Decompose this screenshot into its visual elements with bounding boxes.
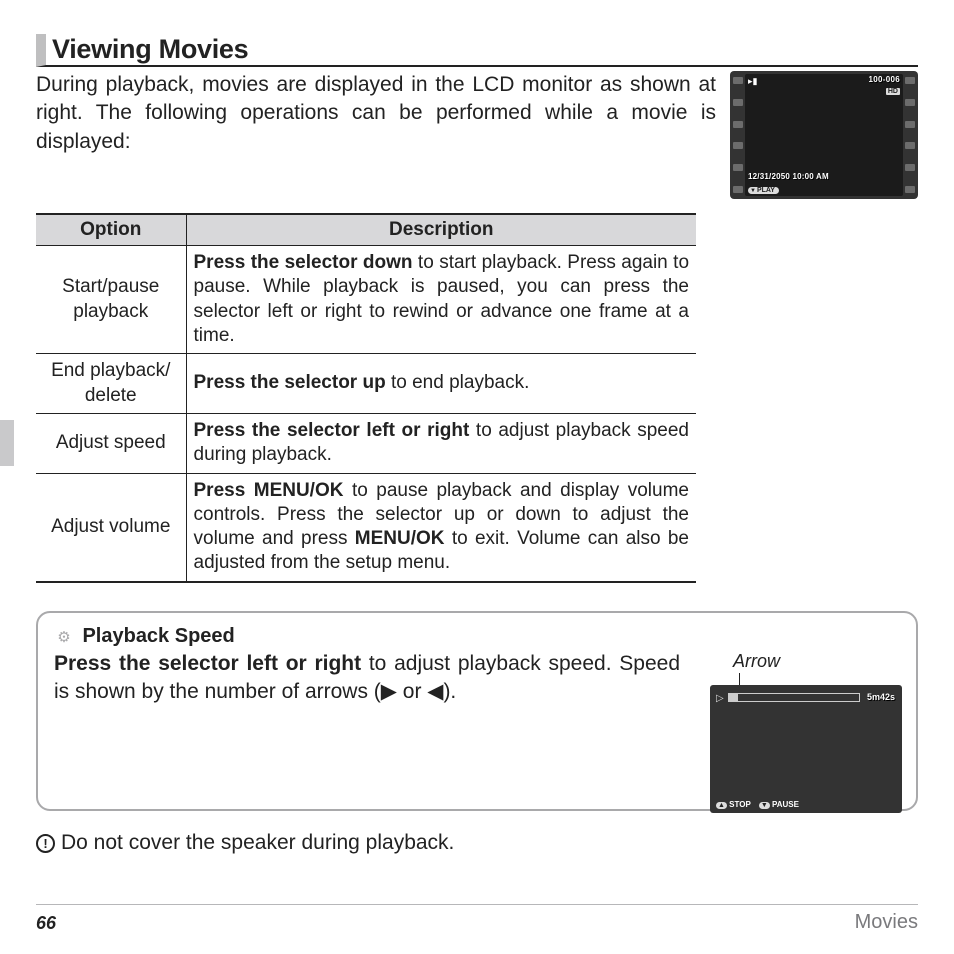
description-cell: Press MENU/OK to pause playback and disp… xyxy=(186,473,696,582)
section-tab-marker xyxy=(0,420,14,466)
page-heading: Viewing Movies xyxy=(52,34,248,64)
section-label: Movies xyxy=(855,911,918,934)
page-number: 66 xyxy=(36,913,56,934)
tip-title-row: ⚙ Playback Speed xyxy=(54,625,900,648)
datetime-overlay: 12/31/2050 10:00 AM xyxy=(748,172,829,181)
caution-text: Do not cover the speaker during playback… xyxy=(61,831,454,854)
option-cell: End playback/ delete xyxy=(36,354,186,414)
lcd-left-buttons xyxy=(733,74,743,196)
play-arrow-icon: ▷ xyxy=(716,693,724,704)
col-header-option: Option xyxy=(36,214,186,246)
lcd-screen: ▸▮ 100-006 HD 12/31/2050 10:00 AM ▼ PLAY xyxy=(745,74,903,196)
file-index: 100-006 xyxy=(869,75,900,84)
caution-note: ! Do not cover the speaker during playbac… xyxy=(36,829,918,856)
down-arrow-icon: ▼ xyxy=(750,188,756,194)
play-label: PLAY xyxy=(757,187,775,194)
table-row: Adjust volume Press MENU/OK to pause pla… xyxy=(36,473,696,582)
intro-paragraph: During playback, movies are displayed in… xyxy=(36,71,716,156)
gear-icon: ⚙ xyxy=(54,628,74,646)
arrow-callout-label: Arrow xyxy=(733,651,780,672)
operations-table: Option Description Start/pause playback … xyxy=(36,213,696,583)
col-header-description: Description xyxy=(186,214,696,246)
lcd2-bottom-controls: ▲ STOP ▼ PAUSE xyxy=(716,800,799,809)
tip-box-playback-speed: ⚙ Playback Speed Press the selector left… xyxy=(36,611,918,811)
table-row: Start/pause playback Press the selector … xyxy=(36,246,696,354)
description-cell: Press the selector up to end playback. xyxy=(186,354,696,414)
progress-bar xyxy=(728,693,860,702)
lcd-preview-speed: ▷ 5m42s ▲ STOP ▼ PAUSE xyxy=(710,685,902,813)
option-cell: Adjust volume xyxy=(36,473,186,582)
description-cell: Press the selector down to start playbac… xyxy=(186,246,696,354)
movie-icon: ▸▮ xyxy=(748,76,757,87)
tip-title: Playback Speed xyxy=(82,625,234,647)
caution-icon: ! xyxy=(36,834,55,853)
table-row: Adjust speed Press the selector left or … xyxy=(36,413,696,473)
progress-fill xyxy=(729,694,738,701)
play-indicator: ▼ PLAY xyxy=(748,187,779,194)
up-arrow-icon: ▲ xyxy=(716,802,727,809)
hd-badge: HD xyxy=(886,88,900,95)
pause-control: ▼ PAUSE xyxy=(759,800,799,809)
page-footer: 66 Movies xyxy=(36,904,918,934)
option-cell: Adjust speed xyxy=(36,413,186,473)
description-cell: Press the selector left or right to adju… xyxy=(186,413,696,473)
lcd-right-buttons xyxy=(905,74,915,196)
heading-container: Viewing Movies xyxy=(36,34,918,67)
table-row: End playback/ delete Press the selector … xyxy=(36,354,696,414)
time-remaining: 5m42s xyxy=(867,692,895,702)
down-arrow-icon: ▼ xyxy=(759,802,770,809)
stop-control: ▲ STOP xyxy=(716,800,751,809)
option-cell: Start/pause playback xyxy=(36,246,186,354)
lcd-preview-playback: ▸▮ 100-006 HD 12/31/2050 10:00 AM ▼ PLAY xyxy=(730,71,918,199)
